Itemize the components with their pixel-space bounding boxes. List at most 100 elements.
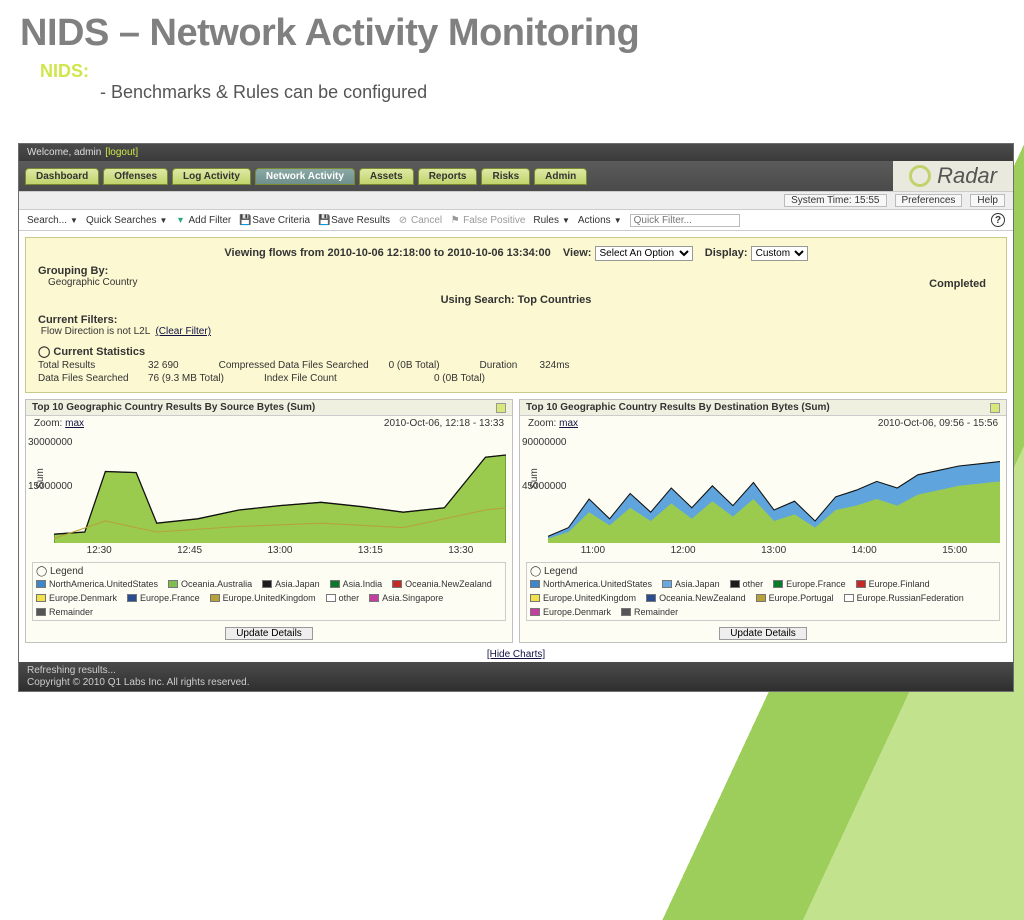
tab-admin[interactable]: Admin [534,168,587,185]
logout-link[interactable]: [logout] [105,147,138,158]
hide-charts-link[interactable]: [Hide Charts] [487,649,545,660]
zoom-label: Zoom: [528,418,556,429]
legend-text: Asia.Singapore [382,593,443,603]
help-link[interactable]: Help [970,194,1005,207]
legend-item: Asia.Japan [662,579,720,589]
ytick: 30000000 [28,437,73,448]
xtick: 14:00 [852,545,877,556]
legend-item: Remainder [36,607,93,617]
preferences-link[interactable]: Preferences [895,194,963,207]
update-details-button[interactable]: Update Details [719,627,807,640]
quick-filter-input[interactable] [630,214,740,227]
legend-item: Europe.France [773,579,846,589]
legend-text: Remainder [49,607,93,617]
swatch-icon [36,594,46,602]
grouping-label: Grouping By: [38,265,994,277]
add-filter-button[interactable]: ▾Add Filter [175,215,231,226]
legend-text: Asia.Japan [675,579,720,589]
actions-dropdown[interactable]: Actions▼ [578,215,622,226]
flow-panel: Viewing flows from 2010-10-06 12:18:00 t… [25,237,1007,393]
rules-dropdown[interactable]: Rules▼ [533,215,570,226]
save-criteria-button[interactable]: 💾Save Criteria [239,215,310,226]
welcome-bar: Welcome, admin [logout] [19,144,1013,161]
swatch-icon [330,580,340,588]
tab-risks[interactable]: Risks [481,168,530,185]
legend-item: Europe.UnitedKingdom [210,593,316,603]
filter-icon: ▾ [175,215,185,226]
legend-item: Asia.India [330,579,383,589]
xtick: 15:00 [942,545,967,556]
display-select[interactable]: Custom [751,246,808,261]
view-label: View: [563,247,592,259]
tab-offenses[interactable]: Offenses [103,168,168,185]
stat-dur-label: Duration [480,360,540,371]
zoom-link[interactable]: max [65,418,84,429]
swatch-icon [326,594,336,602]
legend-text: Europe.RussianFederation [857,593,964,603]
flag-icon: ⚑ [450,215,460,226]
tab-log-activity[interactable]: Log Activity [172,168,251,185]
brand-text: Radar [937,163,997,189]
zoom-label: Zoom: [34,418,62,429]
legend-text: Remainder [634,607,678,617]
legend-toggle[interactable]: ◯ Legend [36,566,502,577]
current-stats-label[interactable]: ◯ Current Statistics [38,345,994,358]
chart-source-bytes: Top 10 Geographic Country Results By Sou… [25,399,513,643]
clear-filter-link[interactable]: (Clear Filter) [155,326,211,337]
swatch-icon [844,594,854,602]
xtick: 13:15 [358,545,383,556]
help-icon[interactable]: ? [991,213,1005,227]
legend-item: Asia.Japan [262,579,320,589]
cancel-button[interactable]: ⊘Cancel [398,215,442,226]
chart-title: Top 10 Geographic Country Results By Des… [526,402,830,413]
toolbar: Search...▼ Quick Searches▼ ▾Add Filter 💾… [19,210,1013,231]
chart-range: 2010-Oct-06, 12:18 - 13:33 [384,418,504,429]
collapse-icon[interactable] [496,403,506,413]
legend-text: Europe.Portugal [769,593,834,603]
brand: Radar [893,161,1013,191]
legend-text: Europe.France [140,593,200,603]
legend-text: Europe.France [786,579,846,589]
swatch-icon [168,580,178,588]
legend-item: Oceania.Australia [168,579,252,589]
refreshing-text: Refreshing results... [27,665,1005,676]
swatch-icon [621,608,631,616]
save-icon: 💾 [239,215,249,226]
swatch-icon [730,580,740,588]
stat-cdfs-val: 0 (0B Total) [389,360,440,371]
legend-text: Europe.UnitedKingdom [223,593,316,603]
ytick: 45000000 [522,481,567,492]
legend-item: Oceania.NewZealand [646,593,746,603]
legend-text: Europe.Denmark [49,593,117,603]
ytick: 90000000 [522,437,567,448]
swatch-icon [36,608,46,616]
tab-network-activity[interactable]: Network Activity [255,168,355,185]
swatch-icon [773,580,783,588]
display-label: Display: [705,247,748,259]
stat-cdfs-label: Compressed Data Files Searched [219,360,389,371]
legend-item: Europe.Denmark [530,607,611,617]
swatch-icon [756,594,766,602]
app-frame: Welcome, admin [logout] Dashboard Offens… [18,143,1014,692]
update-details-button[interactable]: Update Details [225,627,313,640]
tab-reports[interactable]: Reports [418,168,478,185]
legend-item: NorthAmerica.UnitedStates [530,579,652,589]
zoom-link[interactable]: max [559,418,578,429]
chart-plot: Sum 90000000 45000000 [548,433,1000,543]
quick-searches-dropdown[interactable]: Quick Searches▼ [86,215,168,226]
false-positive-button[interactable]: ⚑False Positive [450,215,525,226]
legend-item: NorthAmerica.UnitedStates [36,579,158,589]
cancel-icon: ⊘ [398,215,408,226]
tab-assets[interactable]: Assets [359,168,414,185]
util-bar: System Time: 15:55 Preferences Help [19,191,1013,210]
tab-dashboard[interactable]: Dashboard [25,168,99,185]
legend-text: Oceania.NewZealand [405,579,492,589]
ytick: 15000000 [28,481,73,492]
search-dropdown[interactable]: Search...▼ [27,215,78,226]
legend-text: Europe.Finland [869,579,930,589]
legend-item: other [326,593,360,603]
view-select[interactable]: Select An Option [595,246,693,261]
collapse-icon[interactable] [990,403,1000,413]
legend-toggle[interactable]: ◯ Legend [530,566,996,577]
save-results-button[interactable]: 💾Save Results [318,215,390,226]
